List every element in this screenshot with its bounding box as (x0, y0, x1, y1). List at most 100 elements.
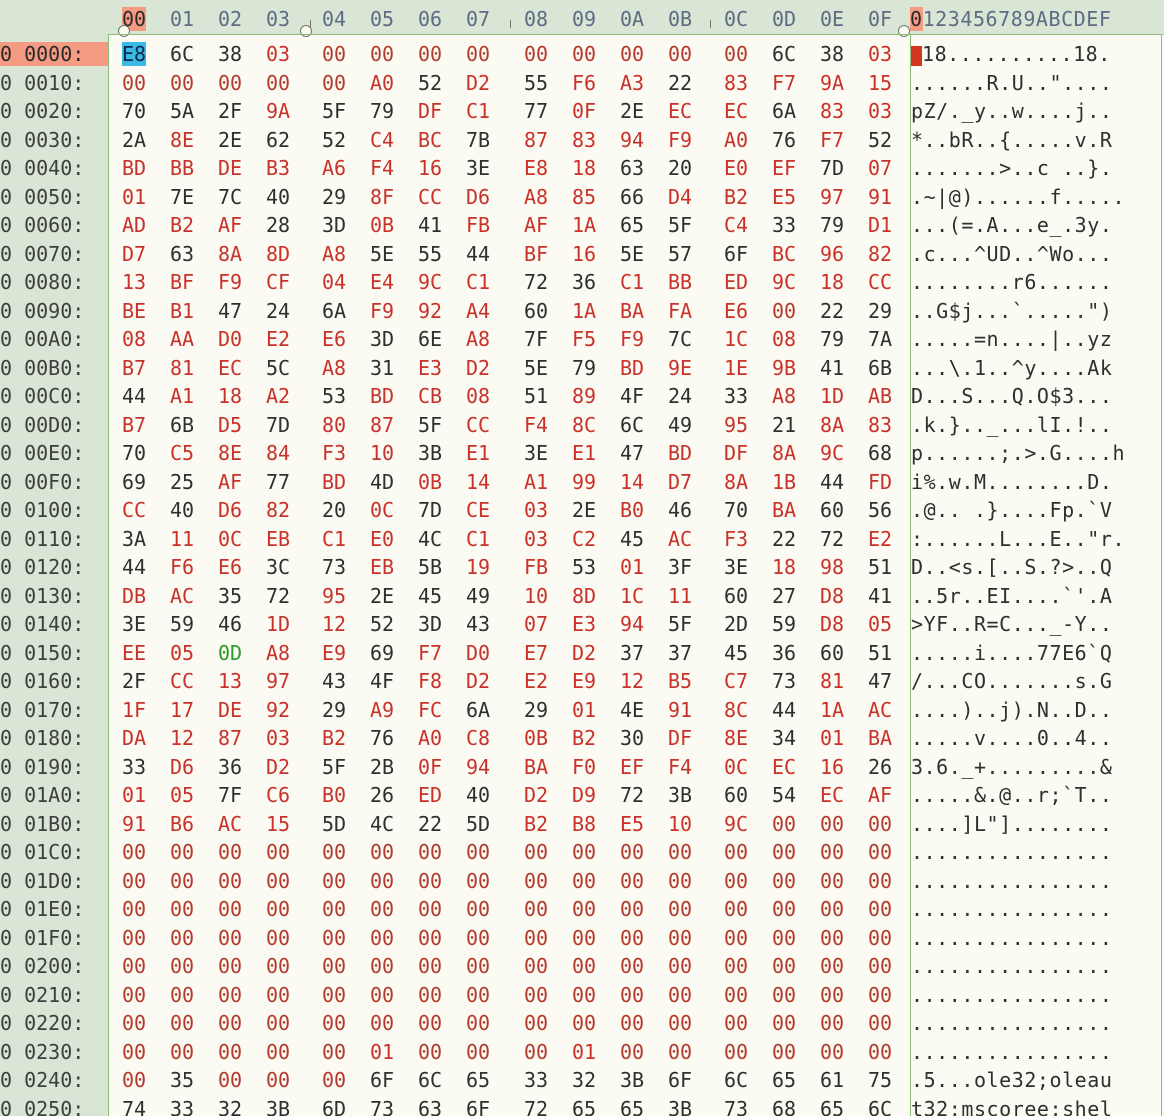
hex-byte[interactable]: 8E (724, 726, 748, 750)
hex-byte[interactable]: 00 (820, 812, 844, 836)
hex-byte[interactable]: 9B (772, 356, 796, 380)
hex-byte[interactable]: E3 (572, 612, 596, 636)
hex-byte[interactable]: C1 (466, 527, 490, 551)
hex-byte[interactable]: 5E (620, 242, 644, 266)
hex-byte[interactable]: 00 (218, 897, 242, 921)
hex-byte[interactable]: 60 (820, 641, 844, 665)
hex-byte[interactable]: 45 (724, 641, 748, 665)
hex-byte[interactable]: F9 (620, 327, 644, 351)
hex-byte[interactable]: 83 (572, 128, 596, 152)
hex-byte[interactable]: 00 (620, 840, 644, 864)
hex-byte[interactable]: 3B (620, 1068, 644, 1092)
hex-byte[interactable]: 6C (170, 42, 194, 66)
hex-byte[interactable]: 00 (266, 1011, 290, 1035)
hex-byte[interactable]: 00 (122, 954, 146, 978)
hex-byte[interactable]: B2 (724, 185, 748, 209)
hex-byte[interactable]: E8 (122, 42, 147, 66)
hex-byte[interactable]: 21 (772, 413, 796, 437)
hex-byte[interactable]: A0 (370, 71, 394, 95)
ascii-text[interactable]: /...CO.......s.G (911, 669, 1112, 693)
hex-byte[interactable]: 00 (370, 983, 394, 1007)
hex-byte[interactable]: 00 (772, 1011, 796, 1035)
hex-byte[interactable]: 5D (466, 812, 490, 836)
hex-byte[interactable]: A4 (466, 299, 490, 323)
hex-byte[interactable]: 00 (868, 1011, 892, 1035)
hex-byte[interactable]: B0 (620, 498, 644, 522)
hex-byte[interactable]: 18 (572, 156, 596, 180)
hex-byte[interactable]: 60 (820, 498, 844, 522)
hex-byte[interactable]: 03 (524, 498, 548, 522)
hex-byte[interactable]: 00 (218, 1011, 242, 1035)
hex-byte[interactable]: 00 (772, 926, 796, 950)
ascii-text[interactable]: ................ (911, 869, 1112, 893)
hex-byte[interactable]: 37 (620, 641, 644, 665)
hex-byte[interactable]: CC (418, 185, 442, 209)
hex-byte[interactable]: 3B (668, 1097, 692, 1116)
hex-byte[interactable]: 15 (266, 812, 290, 836)
hex-byte[interactable]: 8A (724, 470, 748, 494)
hex-byte[interactable]: 1A (572, 299, 596, 323)
hex-byte[interactable]: 7D (418, 498, 442, 522)
hex-byte[interactable]: AB (868, 384, 892, 408)
column-header-0E[interactable]: 0E (820, 7, 844, 31)
hex-byte[interactable]: 59 (772, 612, 796, 636)
hex-byte[interactable]: 00 (466, 1040, 490, 1064)
hex-byte[interactable]: 01 (122, 185, 146, 209)
ascii-text[interactable]: ...(=.A...e_.3y. (911, 213, 1112, 237)
hex-byte[interactable]: 00 (572, 983, 596, 1007)
ascii-text[interactable]: .~|@)......f..... (911, 185, 1125, 209)
hex-byte[interactable]: 2E (572, 498, 596, 522)
hex-byte[interactable]: 6E (418, 327, 442, 351)
hex-byte[interactable]: 55 (418, 242, 442, 266)
hex-byte[interactable]: AF (218, 470, 242, 494)
hex-byte[interactable]: 00 (122, 1011, 146, 1035)
hex-byte[interactable]: 22 (772, 527, 796, 551)
hex-byte[interactable]: 72 (620, 783, 644, 807)
hex-byte[interactable]: A1 (524, 470, 548, 494)
hex-byte[interactable]: 00 (724, 926, 748, 950)
hex-byte[interactable]: 12 (322, 612, 346, 636)
hex-byte[interactable]: 28 (266, 213, 290, 237)
hex-byte[interactable]: 00 (322, 897, 346, 921)
ascii-text[interactable]: ......R.U..".... (911, 71, 1112, 95)
hex-byte[interactable]: 00 (170, 897, 194, 921)
hex-byte[interactable]: 30 (620, 726, 644, 750)
hex-byte[interactable]: 70 (122, 99, 146, 123)
hex-byte[interactable]: EC (724, 99, 748, 123)
hex-byte[interactable]: CB (418, 384, 442, 408)
hex-byte[interactable]: 00 (772, 983, 796, 1007)
hex-byte[interactable]: ED (418, 783, 442, 807)
hex-byte[interactable]: 52 (868, 128, 892, 152)
ascii-text[interactable]: ....)..j).N..D.. (911, 698, 1112, 722)
hex-byte[interactable]: 56 (868, 498, 892, 522)
hex-byte[interactable]: 82 (868, 242, 892, 266)
ascii-text[interactable]: ................ (911, 1040, 1112, 1064)
hex-byte[interactable]: 63 (170, 242, 194, 266)
hex-byte[interactable]: D8 (820, 612, 844, 636)
hex-byte[interactable]: 00 (868, 897, 892, 921)
hex-byte[interactable]: B2 (572, 726, 596, 750)
hex-byte[interactable]: 24 (668, 384, 692, 408)
hex-byte[interactable]: 3E (724, 555, 748, 579)
hex-byte[interactable]: 00 (170, 954, 194, 978)
column-header-03[interactable]: 03 (266, 7, 290, 31)
hex-byte[interactable]: 5F (668, 612, 692, 636)
hex-byte[interactable]: 00 (322, 926, 346, 950)
hex-byte[interactable]: 00 (122, 71, 146, 95)
hex-byte[interactable]: 4E (620, 698, 644, 722)
hex-byte[interactable]: 5A (170, 99, 194, 123)
hex-byte[interactable]: A8 (266, 641, 290, 665)
hex-byte[interactable]: 9A (820, 71, 844, 95)
hex-byte[interactable]: 00 (218, 1068, 242, 1092)
hex-byte[interactable]: 79 (820, 213, 844, 237)
hex-byte[interactable]: 36 (772, 641, 796, 665)
hex-byte[interactable]: F6 (170, 555, 194, 579)
hex-byte[interactable]: 47 (868, 669, 892, 693)
ascii-text[interactable]: t32;mscoree;shel (911, 1097, 1112, 1116)
hex-byte[interactable]: 45 (620, 527, 644, 551)
hex-byte[interactable]: 4C (370, 812, 394, 836)
hex-byte[interactable]: 00 (418, 954, 442, 978)
hex-byte[interactable]: CC (170, 669, 194, 693)
hex-byte[interactable]: A3 (620, 71, 644, 95)
hex-byte[interactable]: 68 (868, 441, 892, 465)
